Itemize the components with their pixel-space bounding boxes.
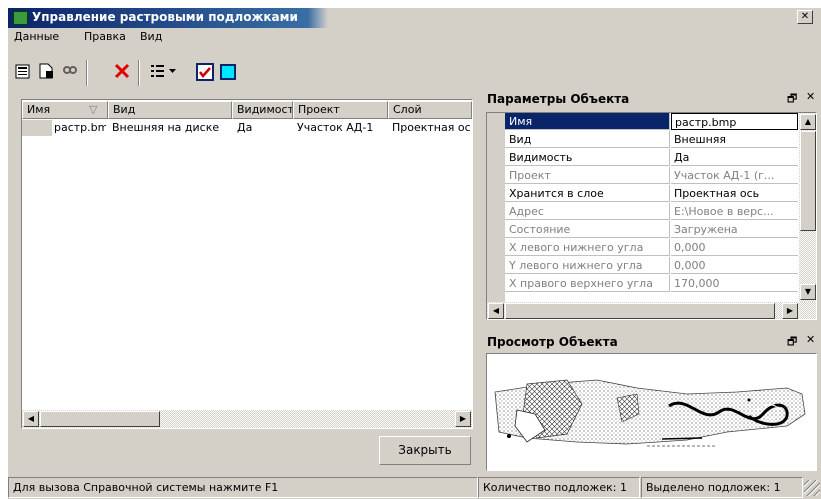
prop-value-6: Загружена bbox=[671, 221, 798, 238]
prop-name-1[interactable]: Вид bbox=[505, 131, 670, 148]
scroll-left-icon[interactable]: ◀ bbox=[23, 411, 39, 427]
menu-bar bbox=[8, 28, 821, 48]
col-header-label: Имя bbox=[27, 103, 51, 116]
prop-value-1[interactable]: Внешняя bbox=[671, 131, 798, 148]
prop-value-5: E:\Новое в верс... bbox=[671, 203, 798, 220]
preview-panel-title: Просмотр Объекта bbox=[487, 335, 618, 349]
status-count: Количество подложек: 1 bbox=[478, 477, 640, 498]
menu-view[interactable]: Вид bbox=[140, 30, 162, 43]
window-close-button[interactable]: ✕ bbox=[797, 10, 813, 24]
raster-preview-image bbox=[494, 379, 806, 447]
row-name: растр.bmp bbox=[54, 121, 106, 134]
panel-close-icon[interactable]: ✕ bbox=[806, 333, 815, 346]
prop-value-8: 0,000 bbox=[671, 257, 798, 274]
raster-list[interactable] bbox=[21, 99, 473, 429]
delete-icon[interactable] bbox=[112, 62, 132, 82]
checkbox-icon[interactable] bbox=[195, 62, 215, 82]
panel-float-icon[interactable]: 🗗 bbox=[787, 90, 797, 109]
toolbar-separator bbox=[86, 60, 88, 86]
prop-name-3: Проект bbox=[505, 167, 670, 184]
prop-value-3: Участок АД-1 (г... bbox=[671, 167, 798, 184]
col-header-layer[interactable]: Слой bbox=[388, 101, 472, 119]
prop-name-6: Состояние bbox=[505, 221, 670, 238]
menu-data[interactable]: Данные bbox=[14, 30, 59, 43]
property-vscroll-thumb[interactable] bbox=[800, 131, 816, 231]
row-layer: Проектная ось bbox=[392, 121, 470, 134]
prop-name-2[interactable]: Видимость bbox=[505, 149, 670, 166]
prop-value-4[interactable]: Проектная ось bbox=[671, 185, 798, 202]
col-header-visible[interactable]: Видимость bbox=[232, 101, 293, 119]
list-hscroll-thumb[interactable] bbox=[40, 411, 160, 427]
row-project: Участок АД-1 bbox=[297, 121, 374, 134]
col-header-project[interactable]: Проект bbox=[293, 101, 388, 119]
prop-value-2[interactable]: Да bbox=[671, 149, 798, 166]
prop-name-0[interactable]: Имя bbox=[505, 113, 670, 130]
status-selected: Выделено подложек: 1 bbox=[641, 477, 803, 498]
property-hscroll-thumb[interactable] bbox=[505, 303, 775, 319]
prop-name-4[interactable]: Хранится в слое bbox=[505, 185, 670, 202]
property-grid-gutter bbox=[487, 113, 505, 302]
panel-float-icon[interactable]: 🗗 bbox=[787, 333, 797, 352]
scroll-right-icon[interactable]: ▶ bbox=[782, 303, 798, 319]
resize-grip-icon[interactable] bbox=[804, 480, 820, 496]
prop-name-7: X левого нижнего угла bbox=[505, 239, 670, 256]
prop-value-9: 170,000 bbox=[671, 275, 798, 292]
properties-icon[interactable] bbox=[13, 62, 33, 82]
color-box-icon[interactable] bbox=[218, 62, 238, 82]
scroll-right-icon[interactable]: ▶ bbox=[455, 411, 471, 427]
new-document-icon[interactable] bbox=[36, 62, 56, 82]
app-icon bbox=[13, 11, 28, 25]
list-view-icon[interactable] bbox=[149, 62, 179, 82]
menu-edit[interactable]: Правка bbox=[84, 30, 126, 43]
scroll-up-icon[interactable]: ▲ bbox=[800, 114, 816, 130]
find-icon[interactable] bbox=[60, 62, 80, 82]
close-button[interactable]: Закрыть bbox=[379, 436, 471, 465]
col-header-name[interactable]: Имя ▽ bbox=[22, 101, 108, 119]
toolbar-separator bbox=[138, 60, 140, 86]
prop-value-7: 0,000 bbox=[671, 239, 798, 256]
status-help: Для вызова Справочной системы нажмите F1 bbox=[8, 477, 478, 498]
row-vid: Внешняя на диске bbox=[112, 121, 220, 134]
row-visible: Да bbox=[237, 121, 253, 134]
sort-down-icon: ▽ bbox=[89, 103, 98, 116]
row-indicator bbox=[22, 120, 52, 136]
prop-name-9: X правого верхнего угла bbox=[505, 275, 670, 292]
prop-name-5: Адрес bbox=[505, 203, 670, 220]
col-header-vid[interactable]: Вид bbox=[108, 101, 232, 119]
scroll-down-icon[interactable]: ▼ bbox=[800, 284, 816, 300]
window-title: Управление растровыми подложками bbox=[32, 10, 298, 24]
prop-value-0[interactable]: растр.bmp bbox=[671, 113, 798, 130]
preview-canvas[interactable] bbox=[486, 353, 817, 471]
prop-name-8: Y левого нижнего угла bbox=[505, 257, 670, 274]
scroll-left-icon[interactable]: ◀ bbox=[488, 303, 504, 319]
panel-close-icon[interactable]: ✕ bbox=[806, 90, 815, 103]
properties-panel-title: Параметры Объекта bbox=[487, 92, 630, 106]
